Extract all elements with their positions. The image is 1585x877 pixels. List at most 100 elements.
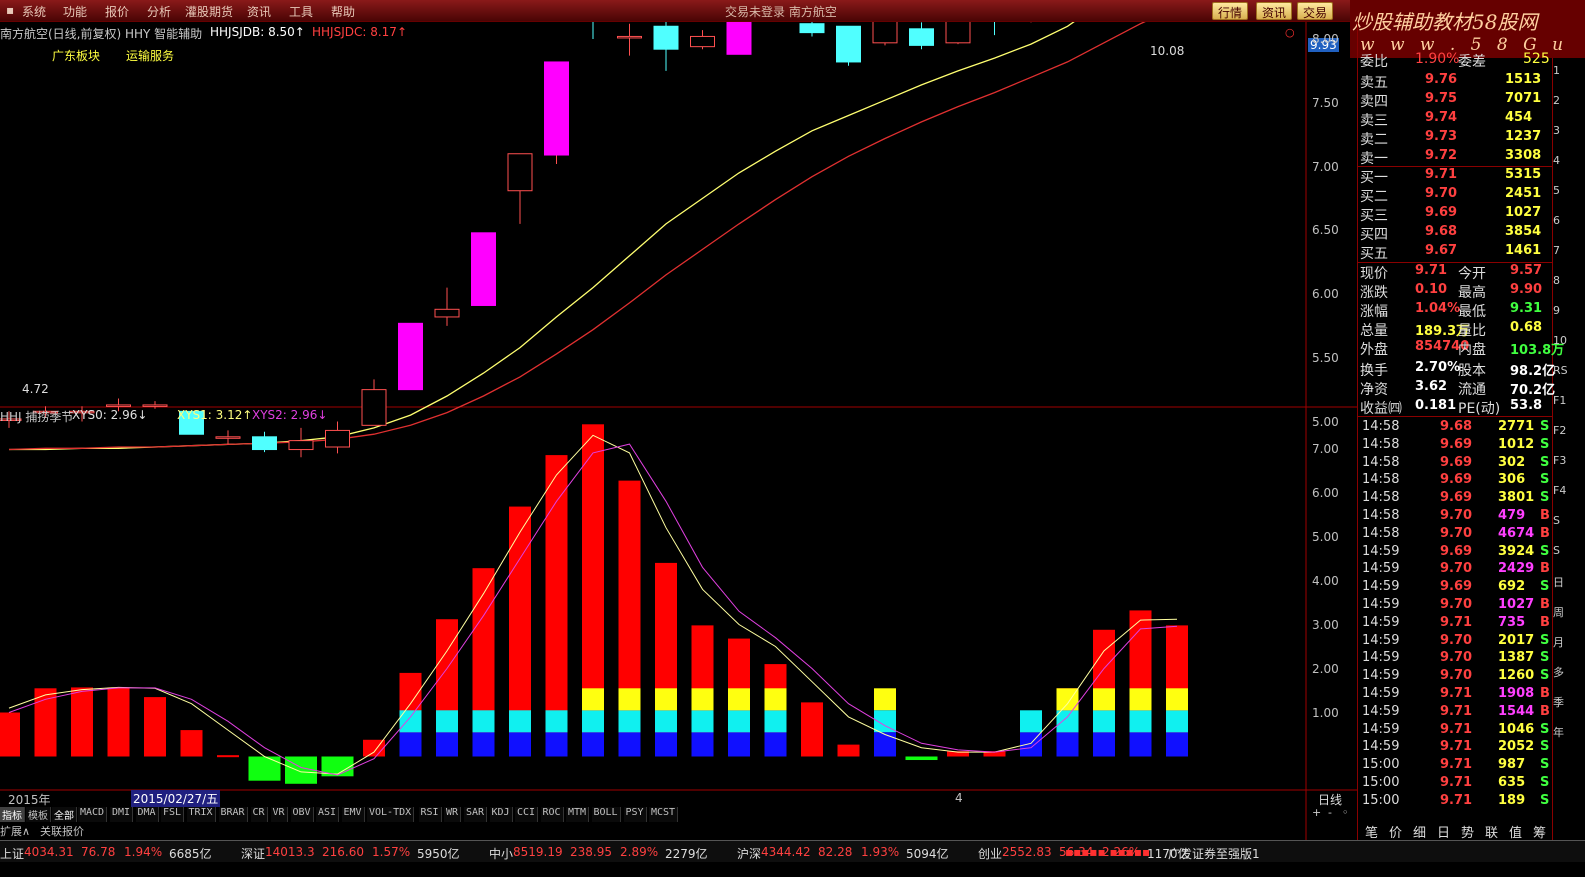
tick-side: B: [1540, 525, 1550, 541]
side-icon-21[interactable]: 季: [1553, 694, 1585, 710]
indicator-tab-emv[interactable]: EMV: [341, 807, 365, 822]
indicator-tab-sar[interactable]: SAR: [464, 807, 488, 822]
menu-item-futures[interactable]: 灌股期货: [185, 3, 233, 20]
reset-icon[interactable]: ◦: [1342, 806, 1349, 821]
side-icon-22[interactable]: 年: [1553, 724, 1585, 740]
y-tick-label: 5.00: [1312, 529, 1339, 544]
indicator-tab-vol-tdx[interactable]: VOL-TDX: [367, 807, 415, 822]
side-icon-3[interactable]: 4: [1553, 154, 1585, 167]
side-icon-20[interactable]: 多: [1553, 664, 1585, 680]
stat-label: PE(动): [1458, 401, 1501, 417]
side-icon-18[interactable]: 周: [1553, 604, 1585, 620]
zoom-in-button[interactable]: +: [1312, 806, 1321, 821]
indicator-tab-cci[interactable]: CCI: [515, 807, 539, 822]
index-percent: 1.94%: [124, 845, 163, 859]
indicator-tab-dmi[interactable]: DMI: [110, 807, 134, 822]
tab-related-quotes[interactable]: 关联报价: [40, 823, 84, 838]
indicator-tab-rsi[interactable]: RSI: [418, 807, 442, 822]
side-icon-0[interactable]: 1: [1553, 64, 1585, 77]
tick-price: 9.69: [1440, 490, 1473, 506]
side-icon-14[interactable]: F4: [1553, 484, 1585, 497]
side-icon-8[interactable]: 9: [1553, 304, 1585, 317]
side-icon-6[interactable]: 7: [1553, 244, 1585, 257]
quote-tab-7[interactable]: 筹: [1533, 822, 1546, 841]
signal-blue: [436, 732, 458, 757]
menu-item-help[interactable]: 帮助: [331, 3, 355, 20]
index-percent: 2.89%: [620, 845, 659, 859]
menu-item-system[interactable]: 系统: [22, 3, 46, 20]
quote-tab-2[interactable]: 细: [1413, 822, 1426, 841]
side-icon-1[interactable]: 2: [1553, 94, 1585, 107]
side-icon-15[interactable]: S: [1553, 514, 1585, 527]
indicator-tab-brar[interactable]: BRAR: [218, 807, 248, 822]
indicator-tab-mcst[interactable]: MCST: [649, 807, 679, 822]
side-icon-9[interactable]: 10: [1553, 334, 1585, 347]
side-icon-12[interactable]: F2: [1553, 424, 1585, 437]
side-icon-16[interactable]: S: [1553, 544, 1585, 557]
signal-cyan: [582, 710, 604, 733]
tab-news[interactable]: 资讯: [1256, 2, 1293, 20]
sell-level-label: 卖三: [1360, 113, 1388, 129]
side-icon-7[interactable]: 8: [1553, 274, 1585, 287]
indicator-tab-macd[interactable]: MACD: [78, 807, 108, 822]
high-label: 10.08: [1150, 44, 1185, 58]
tick-price: 9.71: [1440, 721, 1473, 737]
side-icon-10[interactable]: RS: [1553, 364, 1585, 377]
indicator-tab-obv[interactable]: OBV: [290, 807, 314, 822]
quote-tab-0[interactable]: 笔: [1365, 822, 1378, 841]
tab-expand[interactable]: 扩展∧: [0, 823, 30, 838]
menu-item-tools[interactable]: 工具: [289, 3, 313, 20]
tick-side: S: [1540, 739, 1550, 755]
side-icon-4[interactable]: 5: [1553, 184, 1585, 197]
index-name: 沪深: [737, 847, 762, 861]
menu-item-analysis[interactable]: 分析: [147, 3, 171, 20]
indicator-tab-roc[interactable]: ROC: [540, 807, 564, 822]
quote-tab-4[interactable]: 势: [1461, 822, 1474, 841]
menu-item-function[interactable]: 功能: [63, 3, 87, 20]
zoom-out-button[interactable]: -: [1328, 806, 1332, 821]
tick-time: 14:58: [1362, 419, 1400, 434]
quote-tab-5[interactable]: 联: [1485, 822, 1498, 841]
indicator-tab-fsl[interactable]: FSL: [161, 807, 185, 822]
quote-tab-6[interactable]: 值: [1509, 822, 1522, 841]
indicator-tab-模板[interactable]: 模板: [26, 807, 51, 822]
indicator-tab-指标[interactable]: 指标: [0, 807, 25, 822]
indicator-tab-trix[interactable]: TRIX: [186, 807, 216, 822]
buy-price: 9.70: [1425, 186, 1458, 201]
signal-cyan: [1056, 710, 1079, 733]
indicator-tab-kdj[interactable]: KDJ: [489, 807, 513, 822]
tick-side: S: [1540, 454, 1550, 470]
side-icon-2[interactable]: 3: [1553, 124, 1585, 137]
indicator-bar: [107, 687, 130, 757]
tick-time: 14:59: [1362, 561, 1400, 577]
indicator-tab-全部[interactable]: 全部: [52, 807, 77, 822]
tab-trade[interactable]: 交易: [1297, 2, 1334, 20]
buy-volume: 2451: [1505, 186, 1542, 201]
indicator-tab-dma[interactable]: DMA: [135, 807, 159, 822]
quote-tab-3[interactable]: 日: [1437, 822, 1450, 841]
stat-label: 内盘: [1458, 342, 1486, 358]
side-icon-19[interactable]: 月: [1553, 634, 1585, 650]
status-bar: 上证 4034.31 76.78 1.94% 6685亿 深证 14013.3 216.60 1…: [0, 840, 1585, 862]
tab-market[interactable]: 行情: [1212, 2, 1249, 20]
side-icon-5[interactable]: 6: [1553, 214, 1585, 227]
indicator-tab-vr[interactable]: VR: [270, 807, 288, 822]
weicha-value: 525: [1523, 51, 1550, 67]
indicator-tab-boll[interactable]: BOLL: [591, 807, 621, 822]
stat-label: 今开: [1458, 266, 1486, 282]
tick-volume: 2771: [1498, 419, 1535, 434]
side-icon-13[interactable]: F3: [1553, 454, 1585, 467]
side-icon-17[interactable]: 日: [1553, 574, 1585, 590]
menu-item-news[interactable]: 资讯: [247, 3, 271, 20]
menu-item-quote[interactable]: 报价: [105, 3, 129, 20]
indicator-tab-wr[interactable]: WR: [444, 807, 462, 822]
candle-body: [872, 22, 898, 44]
indicator-tab-mtm[interactable]: MTM: [566, 807, 590, 822]
signal-blue: [545, 732, 568, 757]
side-icon-11[interactable]: F1: [1553, 394, 1585, 407]
y-tick-label: 3.00: [1312, 617, 1339, 632]
indicator-tab-asi[interactable]: ASI: [316, 807, 340, 822]
quote-tab-1[interactable]: 价: [1389, 822, 1402, 841]
indicator-tab-cr[interactable]: CR: [250, 807, 268, 822]
indicator-tab-psy[interactable]: PSY: [623, 807, 647, 822]
